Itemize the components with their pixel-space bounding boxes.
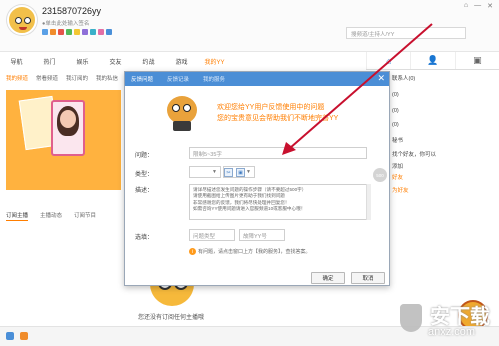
ok-button[interactable]: 确定 (311, 272, 345, 284)
subnav-frequent[interactable]: 常看频道 (36, 74, 58, 82)
tab-my-service[interactable]: 我的服务 (203, 75, 225, 83)
mascot-image (165, 92, 199, 132)
welcome-text: 欢迎您给YY用户反馈使用中的问题 (217, 104, 325, 111)
watermark-text: 安下载 (430, 306, 490, 328)
empty-note: 添加 (392, 164, 404, 170)
nav-item-games[interactable]: 游戏 (165, 57, 198, 66)
hint-text: 有问题，请点击窗口上方【我的服务】，查找答案。 (198, 249, 311, 255)
issue-type-input[interactable]: 问题类型 (189, 229, 235, 241)
nav-item-hot[interactable]: 热门 (33, 57, 66, 66)
subnav-my-channels[interactable]: 我的频道 (6, 74, 28, 82)
tab-report-issue[interactable]: 反馈问题 (131, 75, 153, 83)
dialog-tabs: 反馈问题 反馈记录 我的服务 (125, 72, 389, 86)
nav-item-my-yy[interactable]: 我的YY (198, 57, 231, 66)
subscription-tabs: 订阅主播 主播动态 订阅节目 (6, 211, 96, 221)
yy-number-input[interactable]: 故障YY号 (239, 229, 285, 241)
tab-subscribed-shows[interactable]: 订阅节目 (74, 211, 96, 221)
signature-input[interactable]: ●单击此处输入签名 (42, 19, 89, 27)
badge-icon[interactable] (74, 29, 80, 35)
status-bar (0, 326, 499, 346)
contacts-tab-icon[interactable]: 👤 (410, 52, 454, 69)
subnav-subscribed[interactable]: 我订阅的 (66, 74, 88, 82)
menu-icon[interactable] (6, 332, 14, 340)
options-label: 选填： (135, 235, 154, 241)
watermark-logo (400, 304, 422, 332)
cancel-button[interactable]: 取消 (351, 272, 385, 284)
nav-item-entertainment[interactable]: 娱乐 (66, 57, 99, 66)
home-icon[interactable]: ⌂ (464, 2, 468, 10)
question-input[interactable]: 限制5~35字 (189, 147, 367, 159)
secretary-item[interactable]: 秘书 (392, 136, 403, 144)
right-tabs: ⌂ 👤 ▣ (366, 52, 499, 70)
yy-client-window: 2315870726yy ●单击此处输入签名 ⌂ — ✕ 搜频道/主持人/YY … (0, 0, 499, 346)
user-id: 2315870726yy (42, 6, 102, 16)
description-label: 描述： (135, 188, 154, 194)
minimize-icon[interactable]: — (474, 2, 481, 10)
contact-group[interactable]: (0) (392, 122, 399, 128)
promo-banner[interactable] (6, 90, 121, 190)
nav-item-social[interactable]: 交友 (99, 57, 132, 66)
question-label: 问题： (135, 153, 154, 159)
nav-item-match[interactable]: 约战 (132, 57, 165, 66)
placeholder-line: 如需咨询YY使用问题请进入官服频道10或客服中心哦！ (193, 205, 306, 211)
feedback-dialog: 反馈问题 反馈记录 我的服务 ✕ 欢迎您给YY用户反馈使用中的问题 您的宝贵意见… (124, 71, 390, 286)
image-upload-icon[interactable]: ▣ (236, 168, 245, 177)
header-bar: 2315870726yy ●单击此处输入签名 ⌂ — ✕ 搜频道/主持人/YY (0, 0, 499, 52)
groups-tab-icon[interactable]: ▣ (454, 52, 499, 69)
chevron-down-icon: ▼ (212, 169, 217, 175)
help-hint: i 有问题，请点击窗口上方【我的服务】，查找答案。 (189, 248, 311, 255)
description-textarea[interactable]: 请详尽描述您发生问题的操作步骤（请不要超过500字） 请使用截图给上传图片更有助… (189, 184, 367, 220)
char-counter: 500 (373, 168, 387, 182)
empty-state-text: 您还没有订阅任何主播哦 (138, 315, 205, 321)
badge-icon[interactable] (66, 29, 72, 35)
info-icon: i (189, 248, 196, 255)
home-tab-icon[interactable]: ⌂ (366, 52, 411, 69)
contact-group[interactable]: (0) (392, 92, 399, 98)
badge-icon[interactable] (106, 29, 112, 35)
sub-nav: 我的频道 常看频道 我订阅的 我的私信 (6, 74, 118, 82)
tab-feedback-history[interactable]: 反馈记录 (167, 75, 189, 83)
badge-icon[interactable] (98, 29, 104, 35)
close-icon[interactable]: ✕ (487, 2, 493, 10)
watermark-url: anxz.com (428, 326, 476, 338)
badge-icon[interactable] (58, 29, 64, 35)
add-friend-link[interactable]: 好友 (392, 173, 403, 181)
description-scrollbar[interactable] (366, 184, 371, 220)
chevron-down-icon: ▼ (246, 169, 251, 175)
welcome-text: 您的宝贵意见会帮助我们不断地完善YY (217, 115, 339, 122)
empty-note: 找个好友，你可以 (392, 152, 437, 158)
type-label: 类型： (135, 172, 154, 178)
nav-item-navigation[interactable]: 导航 (0, 57, 33, 66)
type-select[interactable]: ▼ (189, 166, 221, 178)
window-controls: ⌂ — ✕ (464, 2, 493, 10)
add-friend-link[interactable]: 为好友 (392, 186, 409, 194)
contact-group[interactable]: 联系人(0) (392, 74, 415, 82)
avatar[interactable] (7, 5, 37, 35)
badge-icon[interactable] (42, 29, 48, 35)
close-icon[interactable]: ✕ (377, 73, 385, 84)
subnav-messages[interactable]: 我的私信 (96, 74, 118, 82)
badge-row (42, 29, 112, 35)
search-input[interactable]: 搜频道/主持人/YY (346, 27, 466, 39)
tab-subscribed-hosts[interactable]: 订阅主播 (6, 211, 29, 221)
badge-icon[interactable] (82, 29, 88, 35)
screenshot-icon[interactable]: ✂ (224, 168, 233, 177)
contact-group[interactable]: (0) (392, 108, 399, 114)
badge-icon[interactable] (50, 29, 56, 35)
badge-icon[interactable] (90, 29, 96, 35)
tab-host-feed[interactable]: 主播动态 (40, 211, 62, 221)
main-nav: 导航 热门 娱乐 交友 约战 游戏 我的YY (0, 52, 360, 70)
app-icon[interactable] (20, 332, 28, 340)
